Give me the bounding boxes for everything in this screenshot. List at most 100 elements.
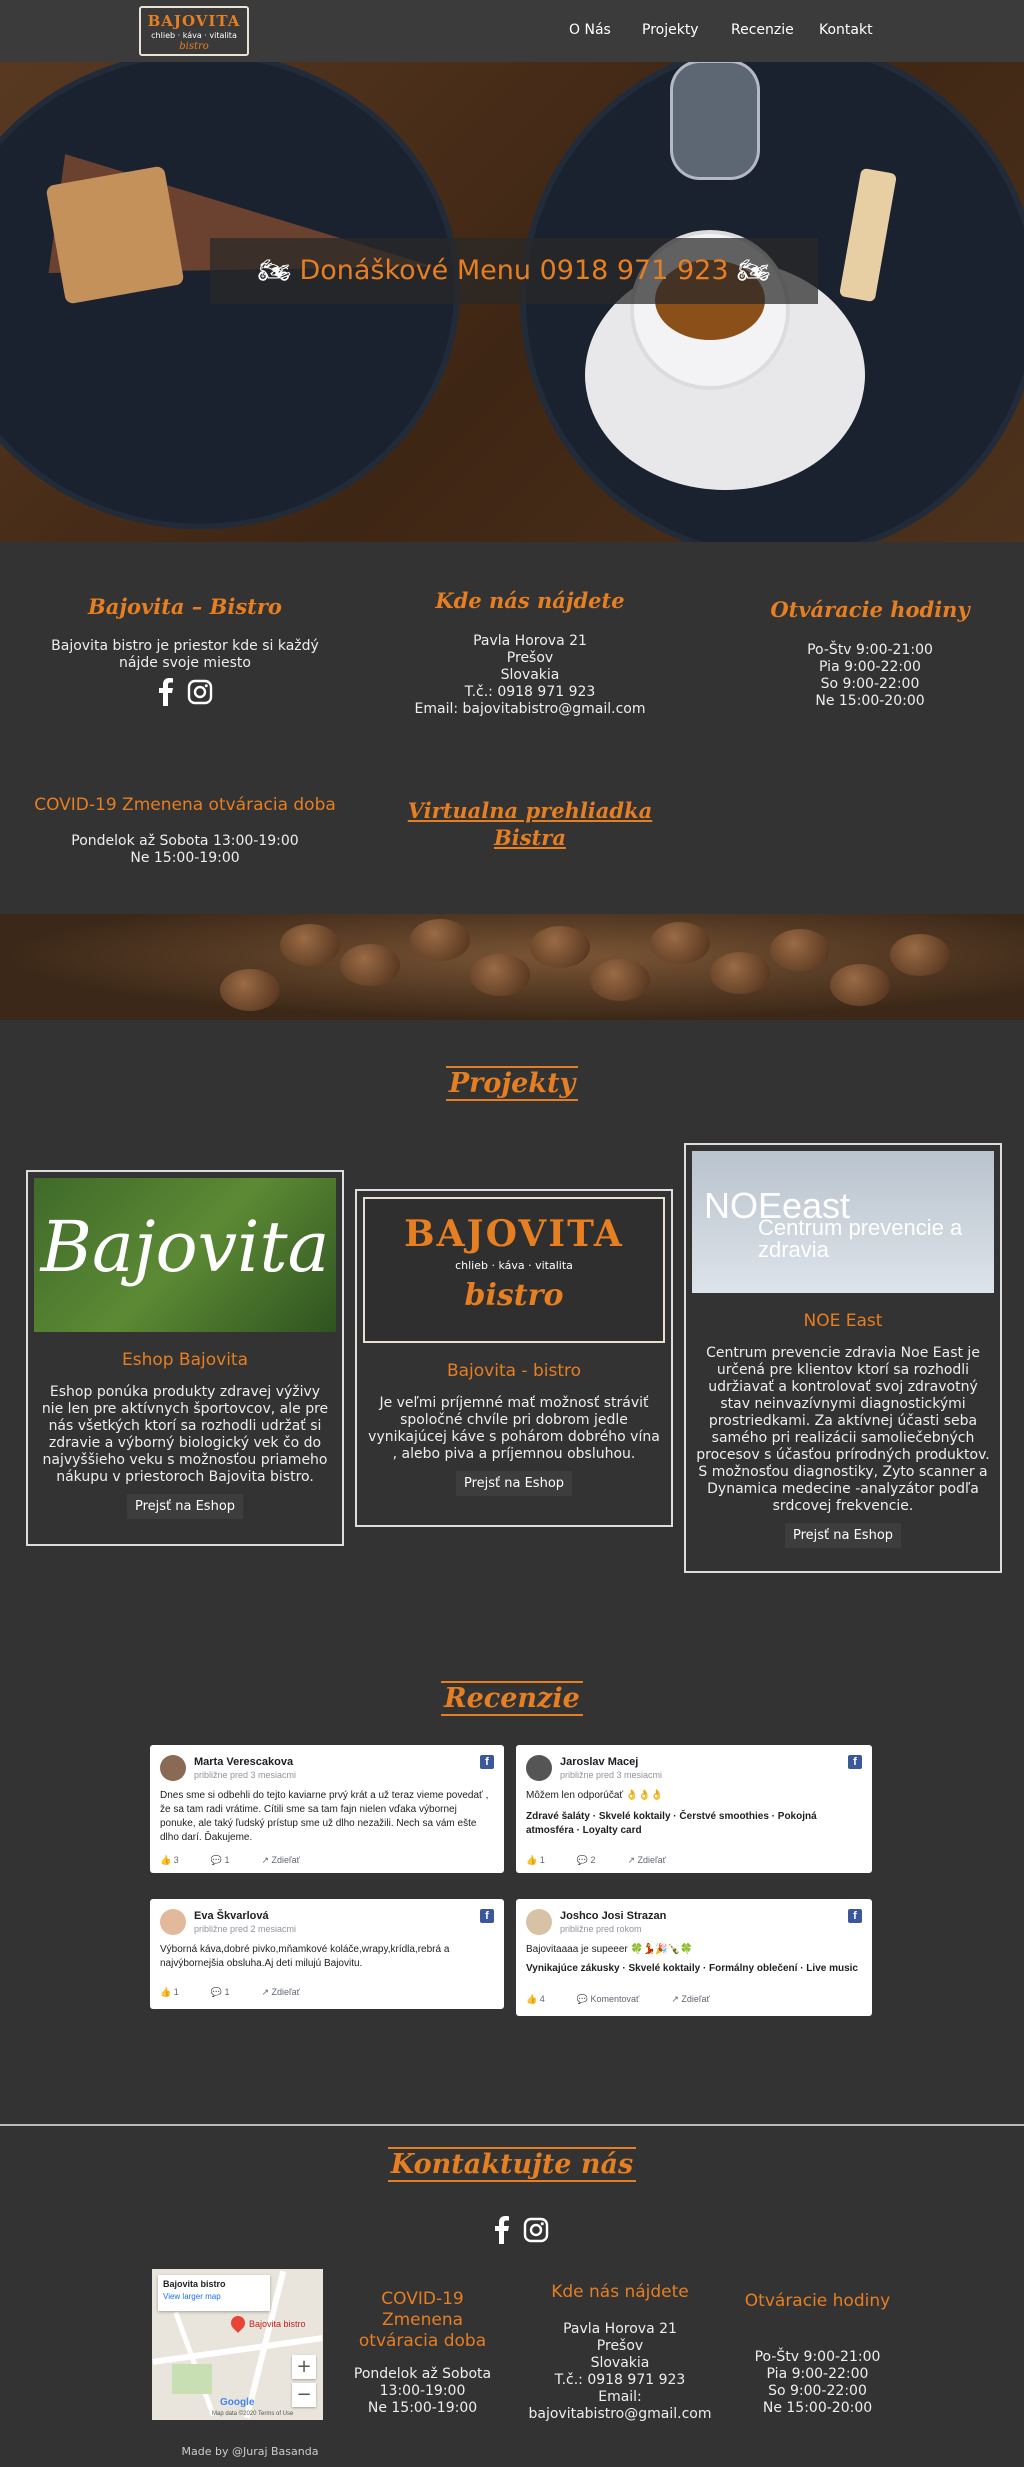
contact-location-title: Kde nás nájdete — [551, 2282, 689, 2302]
bistro-button[interactable]: Prejsť na Eshop — [455, 1471, 573, 1496]
zoom-in-button[interactable]: + — [292, 2355, 316, 2379]
eshop-button[interactable]: Prejsť na Eshop — [126, 1494, 244, 1519]
share-button[interactable]: ↗ Zdieľať — [671, 1994, 726, 2004]
covid-sunday: Ne 15:00-19:00 — [367, 2400, 478, 2416]
coffee-bean — [410, 919, 470, 961]
review-actions: 👍 1 💬 1 ↗ Zdieľať — [160, 1987, 332, 1998]
reviews-heading: Recenzie — [0, 1681, 1024, 1716]
like-button[interactable]: 👍 1 — [526, 1855, 561, 1865]
motorcycle-icon: 🏍 — [737, 256, 771, 286]
brand-logo[interactable]: BAJOVITA chlieb · káva · vitalita bistro — [139, 6, 249, 56]
nav-item-projekty[interactable]: Projekty — [642, 22, 699, 38]
city-line: Prešov — [596, 2338, 644, 2354]
review-card[interactable]: Joshco Josi Strazan približne pred rokom… — [516, 1899, 872, 2016]
comment-button[interactable]: 💬 Komentovať — [577, 1994, 656, 2004]
phone-line: T.č.: 0918 971 923 — [554, 2372, 686, 2388]
coffee-bean — [650, 922, 710, 964]
coffee-bean — [220, 969, 280, 1011]
country-line: Slovakia — [590, 2355, 650, 2371]
instagram-icon[interactable] — [523, 2217, 549, 2247]
zoom-out-button[interactable]: − — [292, 2383, 316, 2407]
share-button[interactable]: ↗ Zdieľať — [261, 1987, 316, 1997]
map-pin-label: Bajovita bistro — [249, 2319, 306, 2329]
coffee-bean — [590, 959, 650, 1001]
google-logo: Google — [220, 2397, 255, 2408]
map-place-name: Bajovita bistro — [163, 2279, 226, 2289]
hero-section: 🏍 Donáškové Menu 0918 971 923 🏍 — [0, 0, 1024, 542]
share-button[interactable]: ↗ Zdieľať — [627, 1855, 682, 1865]
contact-hours-title: Otváracie hodiny — [744, 2291, 891, 2311]
comment-button[interactable]: 💬 2 — [577, 1855, 612, 1865]
like-button[interactable]: 👍 1 — [160, 1987, 195, 1997]
avatar — [160, 1755, 186, 1781]
instagram-icon[interactable] — [187, 679, 213, 709]
eshop-image-text: Bajovita — [40, 1206, 330, 1288]
share-button[interactable]: ↗ Zdieľať — [261, 1855, 316, 1865]
avatar — [526, 1909, 552, 1935]
hours-lines: Po-Štv 9:00-21:00 Pia 9:00-22:00 So 9:00… — [730, 642, 1010, 710]
bistro-text: Je veľmi príjemné mať možnosť stráviť sp… — [368, 1395, 660, 1462]
reviewer-name[interactable]: Eva Škvarlová — [194, 1910, 269, 1922]
water-glass-image — [670, 60, 760, 180]
contact-location-lines: Pavla Horova 21 Prešov Slovakia T.č.: 09… — [520, 2321, 720, 2423]
like-button[interactable]: 👍 4 — [526, 1994, 561, 2004]
reviewer-name[interactable]: Marta Verescakova — [194, 1756, 293, 1768]
review-actions: 👍 3 💬 1 ↗ Zdieľať — [160, 1855, 332, 1866]
view-larger-map-link[interactable]: View larger map — [163, 2292, 265, 2301]
hours-sun: Ne 15:00-20:00 — [762, 2400, 873, 2416]
reviewer-name[interactable]: Joshco Josi Strazan — [560, 1910, 666, 1922]
like-button[interactable]: 👍 3 — [160, 1855, 195, 1865]
email-link[interactable]: bajovitabistro@gmail.com — [520, 2406, 720, 2423]
contact-covid-lines: Pondelok až Sobota 13:00-19:00 Ne 15:00-… — [340, 2366, 505, 2417]
bistro-image-title: BAJOVITA — [404, 1213, 624, 1255]
contact-heading: Kontaktujte nás — [0, 2147, 1024, 2182]
bistro-logo-image: BAJOVITA chlieb · káva · vitalita bistro — [363, 1197, 665, 1343]
footer-credit: Made by @Juraj Basanda — [181, 2445, 319, 2458]
noe-east-button[interactable]: Prejsť na Eshop — [784, 1523, 902, 1548]
hours-mon-thu: Po-Štv 9:00-21:00 — [807, 642, 933, 658]
country-line: Slovakia — [500, 667, 560, 683]
delivery-menu-text: Donáškové Menu 0918 971 923 — [299, 255, 729, 286]
review-text: Výborná káva,dobré pivko,mňamkové koláče… — [160, 1944, 450, 1969]
comment-button[interactable]: 💬 1 — [211, 1987, 246, 1997]
map-pin-icon[interactable] — [228, 2313, 248, 2333]
nav-item-kontakt[interactable]: Kontakt — [819, 22, 873, 38]
coffee-bean — [890, 934, 950, 976]
phone-line: T.č.: 0918 971 923 — [464, 684, 596, 700]
about-text: Bajovita bistro je priestor kde si každý… — [51, 638, 319, 671]
review-tags: Vynikajúce zákusky · Skvelé koktaily · F… — [526, 1963, 858, 1974]
logo-title: BAJOVITA — [147, 12, 241, 30]
facebook-icon[interactable] — [491, 2216, 511, 2248]
review-tags: Zdravé šaláty · Skvelé koktaily · Čerstv… — [526, 1811, 817, 1836]
facebook-icon: f — [480, 1755, 494, 1769]
review-card[interactable]: Eva Škvarlová približne pred 2 mesiacmi … — [150, 1899, 504, 2009]
facebook-icon[interactable] — [155, 678, 175, 710]
delivery-menu-banner[interactable]: 🏍 Donáškové Menu 0918 971 923 🏍 — [210, 238, 818, 304]
virtual-tour-link[interactable]: Virtualna prehliadka Bistra — [390, 797, 670, 851]
review-card[interactable]: Marta Verescakova približne pred 3 mesia… — [150, 1745, 504, 1873]
facebook-icon: f — [848, 1909, 862, 1923]
nav-item-o-nas[interactable]: O Nás — [569, 22, 611, 38]
coffee-bean — [470, 954, 530, 996]
noe-east-text: Centrum prevencie zdravia Noe East je ur… — [696, 1345, 990, 1514]
covid-weekdays: Pondelok až Sobota — [353, 2366, 492, 2382]
noe-image-sub: Centrum prevencie a zdravia — [758, 1215, 963, 1262]
bistro-image-sub: bistro — [464, 1278, 564, 1313]
contact-covid-title: COVID-19 Zmenena otváracia doba — [358, 2289, 487, 2351]
nav-item-recenzie[interactable]: Recenzie — [731, 22, 794, 38]
about-title: Bajovita – Bistro — [88, 594, 282, 619]
avatar — [526, 1755, 552, 1781]
city-line: Prešov — [506, 650, 554, 666]
hours-sat: So 9:00-22:00 — [820, 676, 920, 692]
covid-weekdays: Pondelok až Sobota 13:00-19:00 — [71, 833, 299, 849]
review-card[interactable]: Jaroslav Macej približne pred 3 mesiacmi… — [516, 1745, 872, 1873]
facebook-icon: f — [848, 1755, 862, 1769]
section-divider — [0, 2124, 1024, 2126]
map-place-card: Bajovita bistro View larger map — [158, 2275, 270, 2311]
project-card-noe-east: NOEeast Centrum prevencie a zdravia NOE … — [684, 1143, 1002, 1573]
google-map-embed[interactable]: Bajovita bistro View larger map Bajovita… — [152, 2269, 323, 2420]
projects-heading: Projekty — [0, 1066, 1024, 1101]
reviewer-name[interactable]: Jaroslav Macej — [560, 1756, 638, 1768]
coffee-beans-banner — [0, 914, 1024, 1020]
comment-button[interactable]: 💬 1 — [211, 1855, 246, 1865]
